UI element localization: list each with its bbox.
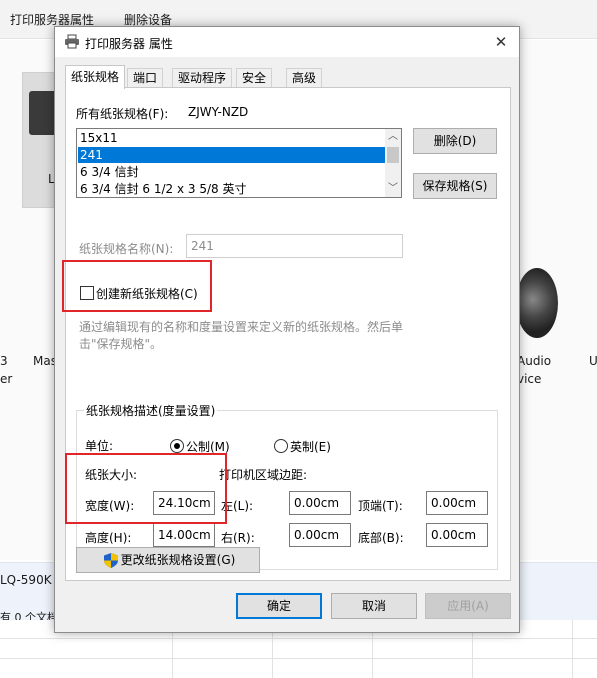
form-name-field[interactable]: 241 <box>186 234 403 258</box>
dialog-title: 打印服务器 属性 <box>85 37 173 51</box>
right-margin-field[interactable]: 0.00cm <box>289 523 351 547</box>
chevron-up-icon[interactable]: ︿ <box>385 129 401 145</box>
bottom-margin-field[interactable]: 0.00cm <box>426 523 488 547</box>
list-item-selected[interactable]: 241 <box>78 147 386 163</box>
english-radio[interactable] <box>274 439 288 453</box>
english-label[interactable]: 英制(E) <box>290 438 331 455</box>
tab-security[interactable]: 安全 <box>236 68 273 88</box>
speaker-icon <box>516 268 558 338</box>
all-forms-label: 所有纸张规格(F): <box>76 107 169 121</box>
list-item[interactable]: 15x11 <box>78 130 386 146</box>
list-item[interactable]: 6 3/4 信封 6 1/2 x 3 5/8 英寸 <box>78 181 386 197</box>
chevron-down-icon[interactable]: ﹀ <box>385 181 401 197</box>
save-form-button[interactable]: 保存规格(S) <box>413 173 497 199</box>
device-label-fragment: 3 <box>0 354 8 368</box>
top-margin-field[interactable]: 0.00cm <box>426 491 488 515</box>
highlight-create-new-form <box>62 260 212 312</box>
device-label-fragment: er <box>0 372 13 386</box>
tab-drivers[interactable]: 驱动程序 <box>172 68 233 88</box>
unit-label: 单位: <box>85 439 114 453</box>
tab-ports[interactable]: 端口 <box>127 68 164 88</box>
printer-margins-label: 打印机区域边距: <box>219 468 308 482</box>
cancel-button[interactable]: 取消 <box>331 593 417 619</box>
selected-printer-name: LQ-590K <box>0 573 52 587</box>
print-server-properties-dialog: 打印服务器 属性 ✕ 纸张规格 端口 驱动程序 安全 高级 所有纸张规格(F):… <box>54 26 520 633</box>
printer-image <box>29 91 57 135</box>
height-field[interactable]: 14.00cm <box>153 523 215 547</box>
printer-icon <box>65 34 79 49</box>
device-label-fragment: vice <box>517 372 542 386</box>
tab-forms[interactable]: 纸张规格 <box>65 65 126 89</box>
server-name: ZJWY-NZD <box>188 105 249 119</box>
tab-advanced[interactable]: 高级 <box>286 68 323 88</box>
dialog-titlebar[interactable]: 打印服务器 属性 ✕ <box>55 27 519 57</box>
delete-form-button[interactable]: 删除(D) <box>413 128 497 154</box>
uac-shield-icon <box>104 553 118 568</box>
highlight-paper-size <box>65 453 227 524</box>
bottom-margin-label: 底部(B): <box>358 531 404 545</box>
group-title: 纸张规格描述(度量设置) <box>84 402 218 419</box>
top-margin-label: 顶端(T): <box>358 499 403 513</box>
scroll-thumb[interactable] <box>387 147 399 163</box>
right-margin-label: 右(R): <box>221 531 255 545</box>
change-form-settings-label: 更改纸张规格设置(G) <box>120 553 236 567</box>
ok-button[interactable]: 确定 <box>236 593 322 619</box>
apply-button[interactable]: 应用(A) <box>425 593 511 619</box>
metric-radio[interactable] <box>170 439 184 453</box>
list-item[interactable]: 6 3/4 信封 <box>78 164 386 180</box>
hint-text-line2: 击"保存规格"。 <box>79 337 163 351</box>
listbox-scrollbar[interactable]: ︿ ﹀ <box>385 129 401 197</box>
left-margin-field[interactable]: 0.00cm <box>289 491 351 515</box>
form-name-label: 纸张规格名称(N): <box>79 242 174 256</box>
forms-listbox[interactable]: 15x11 241 6 3/4 信封 6 3/4 信封 6 1/2 x 3 5/… <box>76 128 402 198</box>
speaker-device-tile[interactable] <box>516 268 558 338</box>
hint-text-line1: 通过编辑现有的名称和度量设置来定义新的纸张规格。然后单 <box>79 320 404 334</box>
close-icon[interactable]: ✕ <box>487 29 515 55</box>
device-label-fragment: U <box>589 354 597 368</box>
height-label: 高度(H): <box>85 531 132 545</box>
device-label-audio: Audio <box>517 354 552 368</box>
change-form-settings-button[interactable]: 更改纸张规格设置(G) <box>76 547 260 573</box>
